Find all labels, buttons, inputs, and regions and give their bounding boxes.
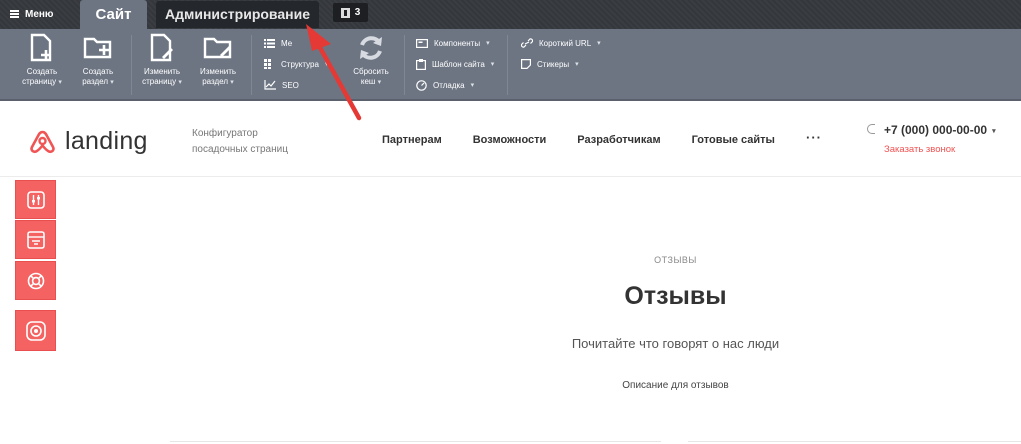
landing-logo-icon <box>30 130 55 154</box>
toolbar-separator <box>507 35 508 95</box>
short-url-label: Короткий URL <box>539 38 592 48</box>
seo-item[interactable]: SEO <box>264 78 299 92</box>
chevron-down-icon: ▾ <box>490 61 495 68</box>
review-card-top-border <box>688 441 1021 442</box>
callback-link[interactable]: Заказать звонок <box>884 144 955 155</box>
chevron-down-icon: ▾ <box>470 82 475 89</box>
logo[interactable]: landing <box>29 127 148 156</box>
nav-ready-sites[interactable]: Готовые сайты <box>692 134 775 146</box>
create-section-label-2: раздел <box>82 77 109 86</box>
edit-folder-icon <box>203 37 232 59</box>
notification-icon <box>340 7 350 18</box>
chevron-down-icon: ▾ <box>324 61 329 68</box>
site-header: landing Конфигуратор посадочных страниц … <box>0 101 1021 177</box>
layout-blocks-button[interactable] <box>15 220 56 259</box>
create-page-button[interactable]: Создать страницу ▾ <box>14 33 70 88</box>
nav-developers[interactable]: Разработчикам <box>577 134 660 146</box>
create-page-label-1: Создать <box>26 67 58 76</box>
chart-icon <box>264 80 276 90</box>
site-template-label: Шаблон сайта <box>432 59 485 69</box>
template-icon <box>416 58 426 70</box>
tagline: Конфигуратор посадочных страниц <box>192 126 312 158</box>
link-icon <box>521 38 533 48</box>
new-folder-icon <box>83 37 112 59</box>
admin-toolbar: Создать страницу ▾ Создать раздел ▾ Изме… <box>0 29 1021 101</box>
chevron-down-icon: ▾ <box>230 79 234 86</box>
components-icon <box>416 38 428 48</box>
edit-page-button[interactable]: Изменить страницу ▾ <box>134 33 190 88</box>
section-title: Отзывы <box>624 282 727 310</box>
sliders-icon <box>26 190 45 209</box>
create-section-label-1: Создать <box>82 67 114 76</box>
chevron-down-icon: ▾ <box>486 40 490 47</box>
chevron-down-icon: ▾ <box>58 79 62 86</box>
admin-top-bar: Меню Сайт Администрирование 3 <box>0 0 1021 29</box>
short-url-item[interactable]: Короткий URL ▾ <box>521 36 601 50</box>
components-item[interactable]: Компоненты ▾ <box>416 36 490 50</box>
nav-features[interactable]: Возможности <box>473 134 547 146</box>
notifications-count: 3 <box>354 7 361 18</box>
phone-selector[interactable]: +7 (000) 000-00-00 ▾ <box>884 123 996 137</box>
section-subtitle: Почитайте что говорят о нас люди <box>571 336 780 351</box>
chevron-down-icon: ▾ <box>992 127 996 135</box>
tab-administration[interactable]: Администрирование <box>156 1 319 28</box>
reset-cache-button[interactable]: Сбросить кеш ▾ <box>343 33 399 88</box>
menu-edit-label: Ме <box>281 38 293 48</box>
create-page-label-2: страницу <box>22 77 57 86</box>
edit-section-label-1: Изменить <box>199 67 237 76</box>
debug-label: Отладка <box>433 80 465 90</box>
main-nav: Партнерам Возможности Разработчикам Гото… <box>382 134 775 146</box>
toolbar-separator <box>251 35 252 95</box>
tagline-line-2: посадочных страниц <box>192 144 288 155</box>
site-template-item[interactable]: Шаблон сайта ▾ <box>416 57 494 71</box>
edit-page-label-2: страницу <box>142 77 177 86</box>
edit-section-label-2: раздел <box>202 77 229 86</box>
new-page-icon <box>30 33 52 62</box>
sticker-icon <box>521 59 531 69</box>
nav-partners[interactable]: Партнерам <box>382 134 442 146</box>
notifications-button[interactable]: 3 <box>333 3 368 22</box>
settings-sliders-button[interactable] <box>15 180 56 219</box>
phone-icon <box>867 124 875 134</box>
seo-label: SEO <box>282 80 299 90</box>
window-layout-icon <box>26 230 45 249</box>
components-label: Компоненты <box>434 38 481 48</box>
chevron-down-icon: ▾ <box>597 40 601 47</box>
hamburger-icon <box>10 10 19 18</box>
chevron-down-icon: ▾ <box>575 61 579 68</box>
structure-label: Структура <box>281 59 319 69</box>
edit-page-label-1: Изменить <box>143 67 181 76</box>
nav-more-button[interactable]: ··· <box>806 130 822 145</box>
stickers-label: Стикеры <box>537 59 570 69</box>
phone-number: +7 (000) 000-00-00 <box>884 123 988 137</box>
chevron-down-icon: ▾ <box>377 79 382 86</box>
gauge-icon <box>416 79 427 91</box>
toolbar-separator <box>131 35 132 95</box>
chevron-down-icon: ▾ <box>178 79 182 86</box>
review-card-top-border <box>170 441 661 442</box>
chevron-down-icon: ▾ <box>110 79 114 86</box>
refresh-icon <box>360 36 382 60</box>
tagline-line-1: Конфигуратор <box>192 128 258 139</box>
debug-item[interactable]: Отладка ▾ <box>416 78 474 92</box>
list-icon <box>264 38 275 48</box>
section-description: Описание для отзывов <box>622 380 729 391</box>
structure-item[interactable]: Структура ▾ <box>264 57 328 71</box>
toolbar-separator <box>404 35 405 95</box>
menu-edit-item[interactable]: Ме <box>264 36 292 50</box>
reset-cache-label-2: кеш <box>360 77 376 86</box>
logo-text: landing <box>65 127 148 155</box>
menu-button[interactable]: Меню <box>10 4 53 24</box>
edit-section-button[interactable]: Изменить раздел ▾ <box>190 33 246 88</box>
reset-cache-label-1: Сбросить <box>353 67 389 76</box>
structure-icon <box>264 59 271 69</box>
tab-site[interactable]: Сайт <box>80 0 147 29</box>
edit-page-icon <box>150 33 173 62</box>
stickers-item[interactable]: Стикеры ▾ <box>521 57 579 71</box>
menu-label: Меню <box>25 8 54 20</box>
create-section-button[interactable]: Создать раздел ▾ <box>70 33 126 88</box>
section-eyebrow: ОТЗЫВЫ <box>654 255 697 265</box>
